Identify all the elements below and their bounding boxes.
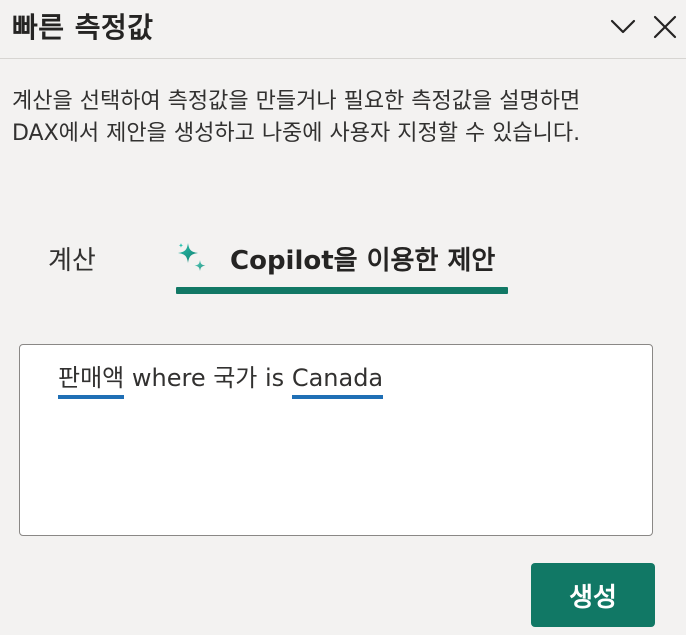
- tab-copilot[interactable]: Copilot을 이용한 제안: [176, 222, 508, 294]
- prompt-text: 판매액 where 국가 is Canada: [58, 361, 384, 399]
- prompt-text-middle: where 국가 is: [124, 364, 292, 392]
- close-icon: [653, 15, 677, 39]
- tab-bar: 계산 Copilot을 이용한 제안: [0, 222, 686, 298]
- collapse-button[interactable]: [606, 10, 640, 44]
- tab-copilot-label: Copilot을 이용한 제안: [230, 245, 496, 276]
- selected-tab-indicator: [176, 287, 508, 294]
- copilot-sparkle-icon: [176, 241, 210, 275]
- prompt-input[interactable]: 판매액 where 국가 is Canada: [19, 344, 653, 536]
- prompt-token-sales: 판매액: [58, 362, 125, 399]
- chevron-down-icon: [610, 19, 636, 34]
- pane-header: 빠른 측정값: [0, 0, 686, 58]
- tab-calculations[interactable]: 계산: [48, 222, 118, 294]
- close-button[interactable]: [648, 10, 682, 44]
- header-divider: [0, 58, 686, 59]
- description-text: 계산을 선택하여 측정값을 만들거나 필요한 측정값을 설명하면 DAX에서 제…: [12, 89, 581, 146]
- prompt-token-canada: Canada: [291, 362, 384, 399]
- quick-measure-pane: 빠른 측정값 계산을 선택하여 측정값을 만들거나 필요한 측정값을 설명하면 …: [0, 0, 686, 635]
- generate-button[interactable]: 생성: [531, 563, 655, 627]
- tab-calculations-label: 계산: [48, 245, 96, 276]
- pane-title: 빠른 측정값: [12, 11, 154, 44]
